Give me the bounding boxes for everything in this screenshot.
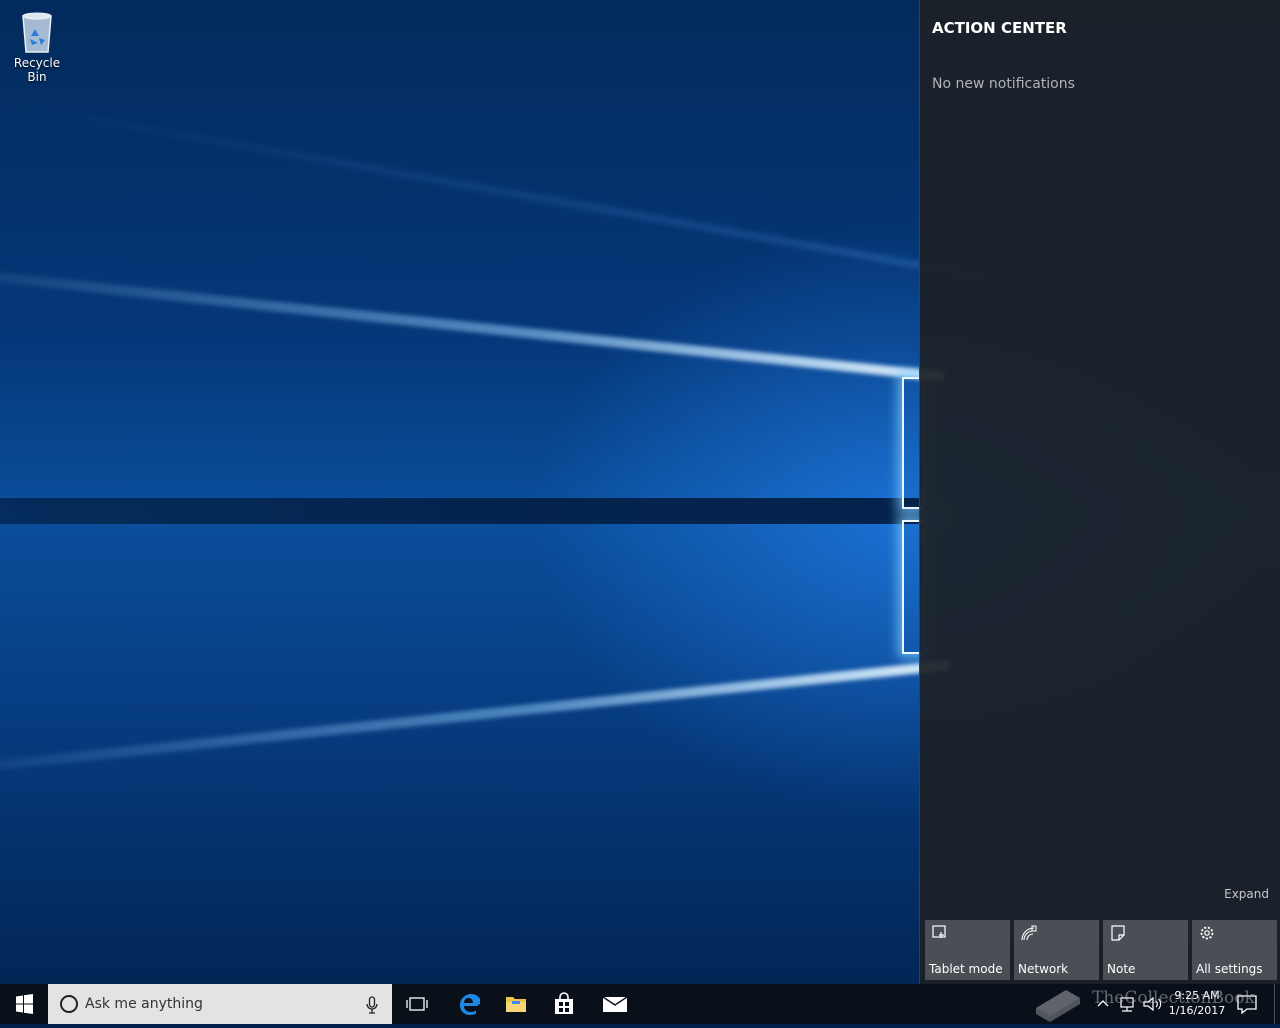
wallpaper-window-divider xyxy=(0,498,920,524)
quick-action-all-settings[interactable]: All settings xyxy=(1192,920,1277,980)
wallpaper-light-beam xyxy=(0,660,951,780)
show-desktop-button[interactable] xyxy=(1274,984,1280,1024)
store-icon xyxy=(555,992,573,1014)
quick-action-label: Note xyxy=(1107,962,1136,976)
cortana-search-box[interactable]: Ask me anything xyxy=(48,984,392,1024)
quick-action-tablet-mode[interactable]: Tablet mode xyxy=(925,920,1010,980)
quick-action-label: Tablet mode xyxy=(929,962,1003,976)
microphone-icon[interactable] xyxy=(366,996,378,1014)
volume-icon[interactable] xyxy=(1141,992,1163,1016)
action-center-panel: ACTION CENTER No new notifications Expan… xyxy=(919,0,1280,984)
taskbar-edge-button[interactable] xyxy=(444,984,492,1024)
cortana-icon xyxy=(60,995,78,1013)
no-notifications-message: No new notifications xyxy=(932,76,1075,92)
taskbar-store-button[interactable] xyxy=(540,984,588,1024)
taskbar-task-view-button[interactable] xyxy=(393,984,441,1024)
clock-time: 9:25 AM xyxy=(1174,989,1220,1002)
quick-action-network[interactable]: Network xyxy=(1014,920,1099,980)
taskbar-file-explorer-button[interactable] xyxy=(492,984,540,1024)
desktop-icon-recycle-bin[interactable]: Recycle Bin xyxy=(4,6,70,84)
show-hidden-icons-chevron-icon[interactable] xyxy=(1095,992,1111,1016)
action-center-notification-icon[interactable] xyxy=(1234,992,1260,1016)
gear-icon xyxy=(1200,926,1214,940)
recycle-bin-label: Recycle Bin xyxy=(13,56,61,84)
action-center-title: ACTION CENTER xyxy=(932,19,1067,37)
taskbar-clock[interactable]: 9:25 AM 1/16/2017 xyxy=(1162,988,1232,1018)
note-icon xyxy=(1111,925,1125,941)
clock-date: 1/16/2017 xyxy=(1168,1004,1226,1017)
taskbar-mail-button[interactable] xyxy=(590,984,638,1024)
mail-icon xyxy=(602,996,628,1012)
expand-quick-actions-link[interactable]: Expand xyxy=(1224,887,1269,901)
network-icon xyxy=(1021,925,1037,941)
quick-action-label: Network xyxy=(1018,962,1069,976)
network-tray-icon[interactable] xyxy=(1117,992,1137,1016)
search-placeholder: Ask me anything xyxy=(85,996,203,1012)
recycle-bin-icon xyxy=(22,12,52,53)
edge-icon xyxy=(460,994,480,1015)
start-button[interactable] xyxy=(0,984,48,1024)
wallpaper-light-beam xyxy=(0,262,945,382)
task-view-icon xyxy=(406,997,428,1011)
file-explorer-icon xyxy=(506,997,526,1012)
tablet-mode-icon xyxy=(932,925,946,938)
quick-action-note[interactable]: Note xyxy=(1103,920,1188,980)
windows-logo-icon xyxy=(16,994,33,1014)
quick-action-label: All settings xyxy=(1196,962,1263,976)
wallpaper-light-beam xyxy=(0,100,986,280)
taskbar: Ask me anything 9:25 AM 1/16/2017 xyxy=(0,984,1280,1024)
